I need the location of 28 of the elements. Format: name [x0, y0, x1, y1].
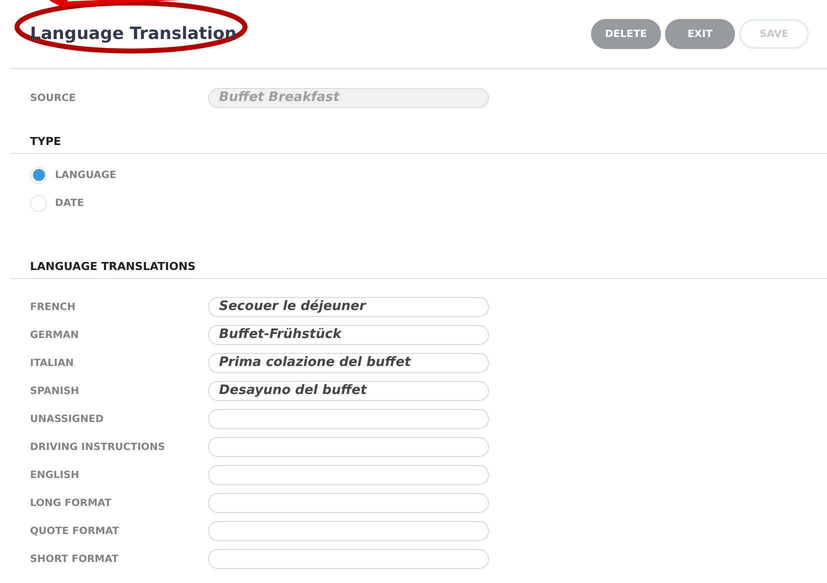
translation-field[interactable] — [208, 493, 489, 513]
translation-field[interactable] — [208, 549, 489, 569]
field-label: LONG FORMAT — [30, 498, 112, 508]
translation-field[interactable]: Desayuno del buffet — [208, 381, 489, 401]
field-label: SPANISH — [30, 386, 80, 396]
translation-field[interactable] — [208, 521, 489, 541]
translation-field[interactable] — [208, 409, 489, 429]
translation-field[interactable]: Prima colazione del buffet — [208, 353, 489, 373]
translation-field[interactable]: Buffet-Frühstück — [208, 325, 489, 345]
field-label: SOURCE — [30, 92, 77, 104]
translation-field[interactable] — [208, 437, 489, 457]
translation-field[interactable]: Secouer le déjeuner — [208, 297, 489, 317]
field-label: UNASSIGNED — [30, 414, 105, 424]
field-label: DRIVING INSTRUCTIONS — [30, 442, 166, 452]
field-label: GERMAN — [30, 330, 80, 340]
section-heading: TYPE — [30, 135, 62, 148]
field-label: QUOTE FORMAT — [30, 526, 120, 536]
page-title: Language Translation — [30, 24, 237, 44]
field-label: SHORT FORMAT — [30, 554, 120, 564]
radio-button[interactable] — [30, 194, 47, 212]
radio-label: DATE — [55, 198, 84, 208]
radio-button[interactable] — [30, 166, 47, 184]
field-label: ITALIAN — [30, 358, 75, 368]
radio-label: LANGUAGE — [55, 170, 116, 180]
section-heading: LANGUAGE TRANSLATIONS — [30, 260, 196, 273]
field-label: FRENCH — [30, 302, 76, 312]
field-label: ENGLISH — [30, 470, 80, 480]
translation-field[interactable] — [208, 465, 489, 485]
